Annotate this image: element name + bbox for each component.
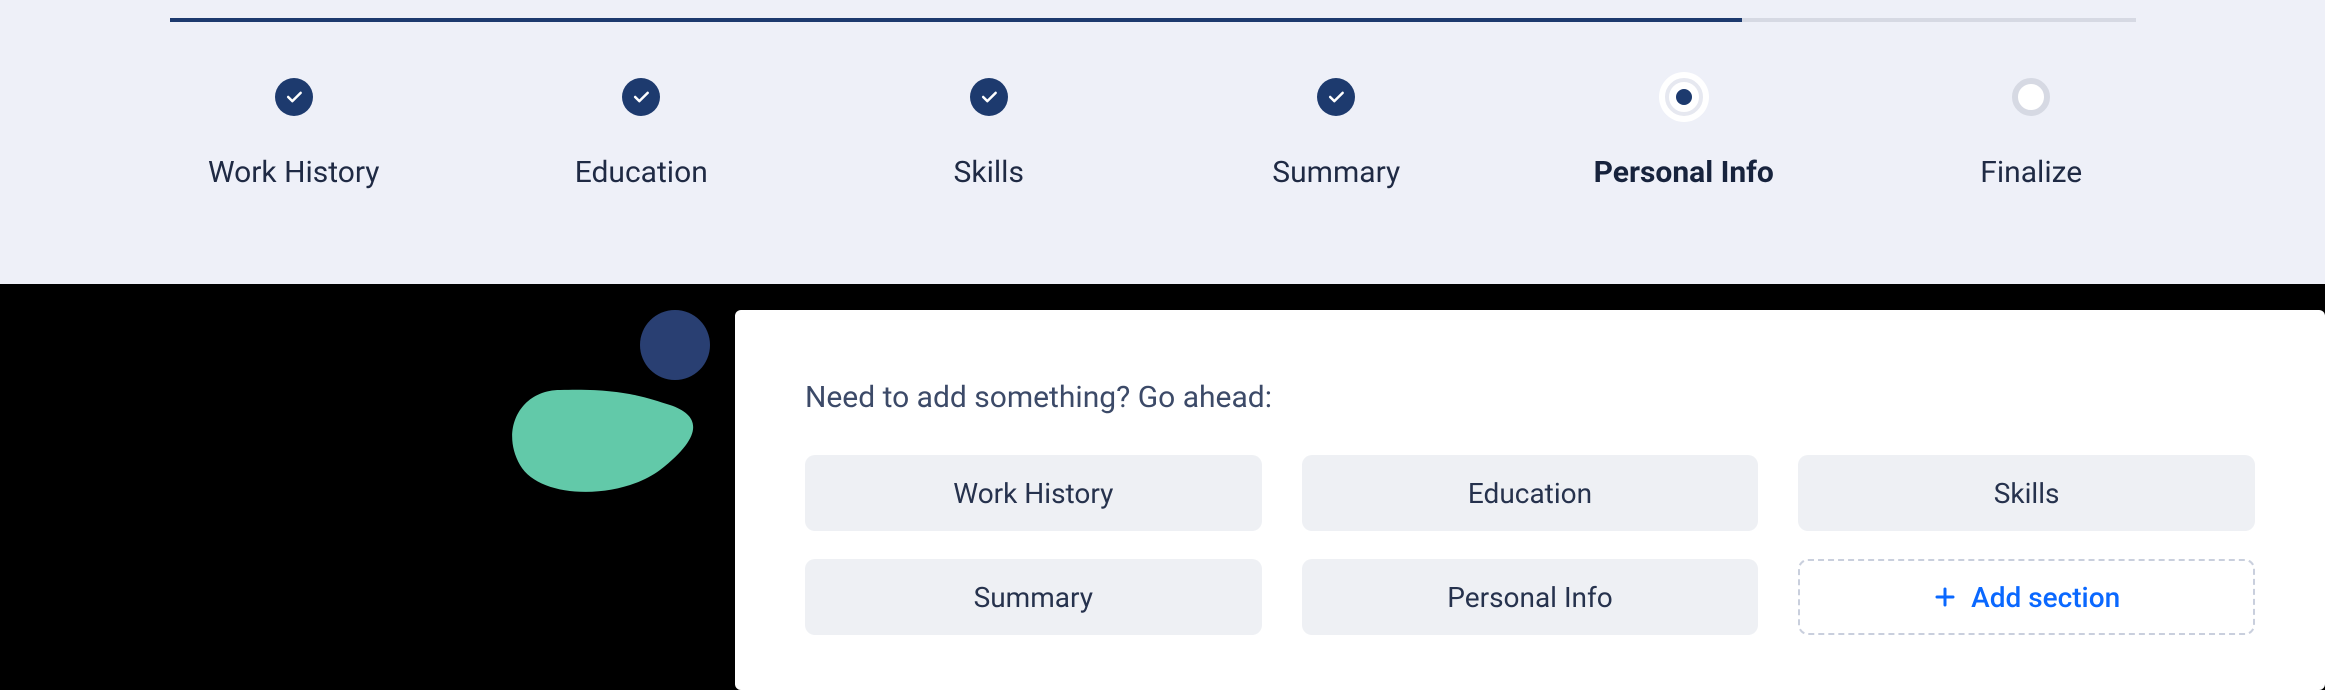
step-label: Summary (1272, 154, 1400, 192)
connector (170, 18, 560, 22)
step-dot (275, 78, 313, 116)
step-label: Education (575, 154, 708, 192)
add-section-label: Add section (1971, 581, 2120, 614)
step-work-history[interactable]: Work History (120, 78, 468, 192)
section-grid: Work History Education Skills Summary Pe… (805, 455, 2255, 635)
check-icon (979, 87, 999, 107)
card-prompt: Need to add something? Go ahead: (805, 380, 2255, 415)
add-section-button[interactable]: Add section (1798, 559, 2255, 635)
check-icon (284, 87, 304, 107)
step-dot (970, 78, 1008, 116)
section-button-education[interactable]: Education (1302, 455, 1759, 531)
step-dot-future (2012, 78, 2050, 116)
progress-stepper: Work History Education Skills Summary Pe… (0, 0, 2325, 284)
plus-icon (1933, 585, 1957, 609)
check-icon (631, 87, 651, 107)
connector (1348, 18, 1742, 22)
stepper-track: Work History Education Skills Summary Pe… (120, 78, 2205, 192)
step-skills[interactable]: Skills (815, 78, 1163, 192)
step-label: Personal Info (1594, 154, 1774, 192)
decorative-circle-icon (640, 310, 710, 380)
step-education[interactable]: Education (468, 78, 816, 192)
step-dot-current (1665, 78, 1703, 116)
section-button-work-history[interactable]: Work History (805, 455, 1262, 531)
step-label: Skills (954, 154, 1024, 192)
step-summary[interactable]: Summary (1163, 78, 1511, 192)
step-dot (1317, 78, 1355, 116)
section-button-summary[interactable]: Summary (805, 559, 1262, 635)
step-label: Work History (208, 154, 380, 192)
decorative-blob-icon (500, 360, 720, 510)
check-icon (1326, 87, 1346, 107)
section-button-skills[interactable]: Skills (1798, 455, 2255, 531)
section-button-personal-info[interactable]: Personal Info (1302, 559, 1759, 635)
add-something-card: Need to add something? Go ahead: Work Hi… (735, 310, 2325, 690)
connector (560, 18, 954, 22)
step-label: Finalize (1980, 154, 2082, 192)
connector (954, 18, 1348, 22)
step-personal-info[interactable]: Personal Info (1510, 78, 1858, 192)
step-dot (622, 78, 660, 116)
step-finalize[interactable]: Finalize (1858, 78, 2206, 192)
connector (1742, 18, 2136, 22)
